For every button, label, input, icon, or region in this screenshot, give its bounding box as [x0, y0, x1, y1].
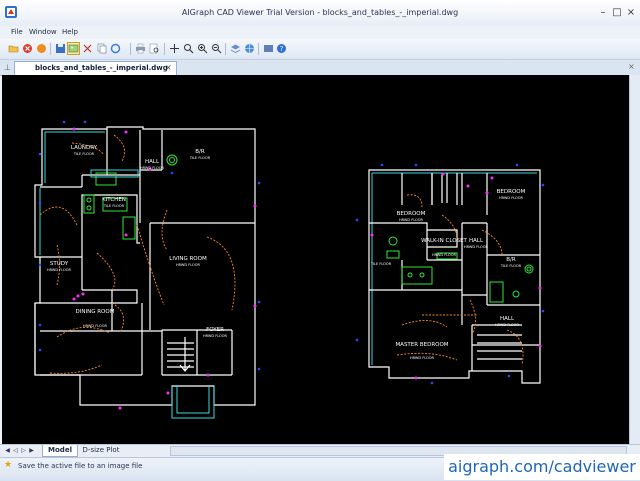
- drawing-canvas[interactable]: .w{fill:none;stroke:#ffffff;stroke-width…: [2, 75, 629, 444]
- room-label-kitchen: KITCHEN: [102, 197, 126, 203]
- layers-icon[interactable]: [230, 43, 241, 54]
- save-icon[interactable]: [55, 43, 66, 54]
- floor-label: TILE FLOOR: [189, 156, 211, 160]
- pin-icon[interactable]: ⊥: [4, 63, 11, 72]
- view-close-icon[interactable]: ×: [628, 62, 635, 71]
- floor-label: HRWD FLOOR: [464, 245, 489, 249]
- toolbar-separator: [164, 43, 165, 55]
- floor-label: HRWD FLOOR: [47, 268, 72, 272]
- floor-label: TILE FLOOR: [370, 262, 392, 266]
- floor-label: HRWD FLOOR: [499, 196, 524, 200]
- menu-file[interactable]: File: [11, 28, 23, 36]
- zoom-window-icon[interactable]: [183, 43, 194, 54]
- globe-icon[interactable]: [244, 43, 255, 54]
- room-label-bath-upper: B/R: [506, 257, 516, 263]
- close-file-icon[interactable]: [22, 43, 33, 54]
- maximize-icon[interactable]: □: [610, 7, 624, 19]
- room-label-dining-room: DINING ROOM: [76, 309, 115, 315]
- floor-label: TILE FLOOR: [103, 204, 125, 208]
- zoom-out-icon[interactable]: [211, 43, 222, 54]
- floor-label: HRWD FLOOR: [140, 166, 165, 170]
- next-tab-icon[interactable]: ▷: [20, 447, 27, 455]
- menu-bar: File Window Help: [0, 26, 640, 39]
- title-bar: AIGraph CAD Viewer Trial Version - block…: [0, 0, 640, 27]
- room-label-laundry: LAUNDRY: [71, 145, 98, 151]
- minimize-icon[interactable]: –: [596, 7, 610, 19]
- settings-icon[interactable]: [263, 43, 274, 54]
- vertical-scrollbar[interactable]: [629, 75, 640, 444]
- open-icon[interactable]: [8, 43, 19, 54]
- room-label-hall-upper: HALL: [469, 238, 484, 244]
- menu-window[interactable]: Window: [29, 28, 57, 36]
- floor-label: TILE FLOOR: [500, 264, 522, 268]
- pan-icon[interactable]: [169, 43, 180, 54]
- floor-label: HRWD FLOOR: [176, 263, 201, 267]
- stop-icon[interactable]: [36, 43, 47, 54]
- toolbar-separator: [225, 43, 226, 55]
- floor-label: HRWD FLOOR: [432, 253, 457, 257]
- tab-close-icon[interactable]: ×: [165, 63, 172, 72]
- room-label-bedroom-1: BEDROOM: [397, 211, 426, 217]
- svg-text:?: ?: [280, 45, 284, 53]
- document-tab-strip: ⊥ blocks_and_tables_-_imperial.dwg × ×: [0, 60, 640, 76]
- room-label-hall: HALL: [145, 159, 160, 165]
- floor-label: HRWD FLOOR: [495, 323, 520, 327]
- floor-label: HRWD FLOOR: [203, 334, 228, 338]
- prev-tab-icon[interactable]: ◁: [12, 447, 19, 455]
- copy-icon[interactable]: [96, 43, 107, 54]
- cad-drawing: .w{fill:none;stroke:#ffffff;stroke-width…: [34, 120, 545, 419]
- menu-help[interactable]: Help: [62, 28, 78, 36]
- tab-design-plot[interactable]: D-size Plot: [78, 445, 124, 456]
- room-label-hall-stair: HALL: [500, 316, 515, 322]
- print-icon[interactable]: [135, 43, 146, 54]
- room-label-bath: B/R: [195, 149, 205, 155]
- status-text: Save the active file to an image file: [18, 462, 143, 470]
- room-label-bedroom-2: BEDROOM: [497, 189, 526, 195]
- toolbar-separator: [130, 43, 131, 55]
- floor-label: TILE FLOOR: [73, 152, 95, 156]
- room-label-walk-in-closet: WALK-IN CLOSET: [421, 238, 467, 244]
- document-tab-label: blocks_and_tables_-_imperial.dwg: [35, 64, 168, 72]
- print-preview-icon[interactable]: [149, 43, 160, 54]
- tab-model[interactable]: Model: [42, 445, 78, 457]
- toolbar-separator: [50, 43, 51, 55]
- cut-icon[interactable]: [82, 43, 93, 54]
- close-icon[interactable]: ×: [624, 7, 638, 19]
- floor-label: HRWD FLOOR: [410, 356, 435, 360]
- window-title: AIGraph CAD Viewer Trial Version - block…: [181, 8, 459, 17]
- star-icon: ★: [4, 460, 13, 470]
- toolbar-separator: [258, 43, 259, 55]
- floor-label: HRWD FLOOR: [399, 218, 424, 222]
- refresh-icon[interactable]: [110, 43, 121, 54]
- room-label-foyer: FOYER: [206, 327, 224, 333]
- image-export-icon[interactable]: [67, 42, 80, 55]
- document-tab[interactable]: blocks_and_tables_-_imperial.dwg ×: [14, 61, 177, 76]
- room-label-living-room: LIVING ROOM: [169, 256, 207, 262]
- watermark: aigraph.com/cadviewer: [444, 454, 640, 480]
- last-tab-icon[interactable]: ▶: [28, 447, 35, 455]
- room-label-study: STUDY: [50, 261, 69, 267]
- help-icon[interactable]: ?: [276, 43, 287, 54]
- first-tab-icon[interactable]: ◀: [4, 447, 11, 455]
- toolbar: ?: [0, 39, 640, 60]
- floor-label: HRWD FLOOR: [83, 324, 108, 328]
- room-label-master-bedroom: MASTER BEDROOM: [395, 342, 448, 348]
- zoom-in-icon[interactable]: [197, 43, 208, 54]
